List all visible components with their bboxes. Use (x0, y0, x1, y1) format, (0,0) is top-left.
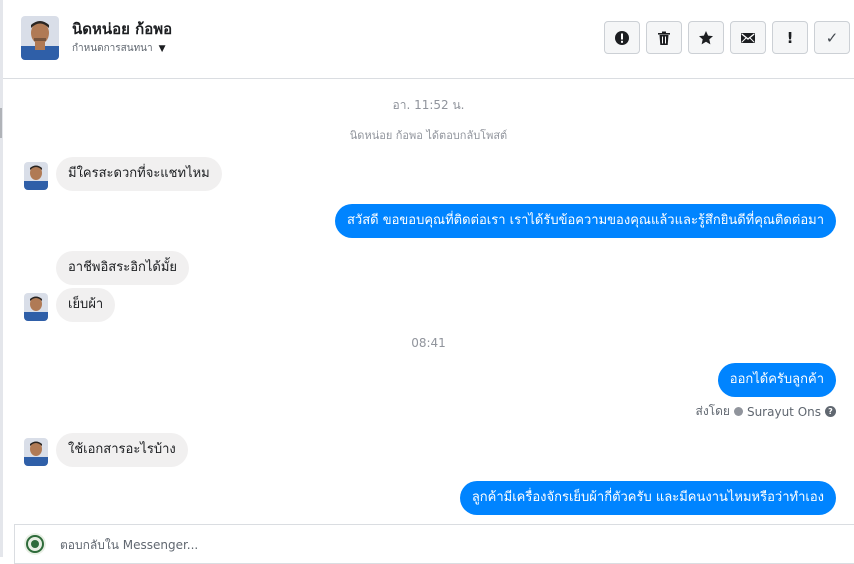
message-incoming[interactable]: ใช้เอกสารอะไรบ้าง (56, 433, 188, 467)
message-thread[interactable]: อา. 11:52 น. นิดหน่อย ก้อพอ ได้ตอบกลับโพ… (3, 79, 854, 522)
delete-button[interactable] (646, 21, 682, 54)
alert-circle-icon (615, 30, 629, 45)
message-incoming[interactable]: เย็บผ้า (56, 288, 116, 322)
sent-by-prefix: ส่งโดย (695, 404, 730, 418)
mark-spam-button[interactable] (604, 21, 640, 54)
system-note: นิดหน่อย ก้อพอ ได้ตอบกลับโพสต์ (349, 129, 508, 142)
sender-avatar[interactable] (24, 293, 48, 321)
star-button[interactable] (688, 21, 724, 54)
star-icon (699, 30, 713, 44)
mark-unread-button[interactable] (730, 21, 766, 54)
reply-composer (14, 524, 854, 564)
message-incoming[interactable]: มีใครสะดวกที่จะแชทไหม (56, 157, 222, 191)
reply-input[interactable] (60, 538, 660, 552)
mark-done-button[interactable]: ✓ (814, 21, 850, 54)
trash-icon (658, 31, 670, 45)
conversation-toolbar: ! ✓ (604, 21, 850, 54)
conversation-status-dropdown[interactable]: กำหนดการสนทนา ▼ (72, 41, 166, 56)
message-outgoing[interactable]: สวัสดี ขอขอบคุณที่ติดต่อเรา เราได้รับข้อ… (334, 204, 836, 238)
sent-by-name[interactable]: Surayut Ons (747, 405, 821, 419)
contact-avatar[interactable] (21, 16, 59, 60)
help-icon[interactable]: ? (825, 406, 836, 417)
checkmark-icon: ✓ (825, 28, 839, 47)
contact-name[interactable]: นิดหน่อย ก้อพอ (72, 17, 172, 41)
envelope-icon (741, 32, 755, 43)
page-avatar (24, 533, 46, 555)
scroll-marker[interactable] (0, 108, 2, 138)
timestamp-divider: 08:41 (411, 336, 446, 350)
conversation-header: นิดหน่อย ก้อพอ กำหนดการสนทนา ▼ ! ✓ (3, 0, 854, 79)
message-outgoing[interactable]: ลูกค้ามีเครื่องจักรเย็บผ้ากี่ตัวครับ และ… (459, 481, 836, 515)
message-outgoing[interactable]: ออกได้ครับลูกค้า (717, 363, 836, 397)
sender-avatar[interactable] (24, 162, 48, 190)
conversation-status-label: กำหนดการสนทนา (72, 43, 153, 54)
verified-icon (733, 407, 743, 416)
exclamation-icon: ! (786, 28, 794, 47)
important-button[interactable]: ! (772, 21, 808, 54)
sent-by-label: ส่งโดย Surayut Ons ? (695, 402, 836, 421)
sender-avatar[interactable] (24, 438, 48, 466)
timestamp-divider: อา. 11:52 น. (392, 98, 465, 112)
message-incoming[interactable]: อาชีพอิสระอิกได้มั้ย (56, 251, 190, 285)
caret-down-icon: ▼ (158, 43, 166, 54)
